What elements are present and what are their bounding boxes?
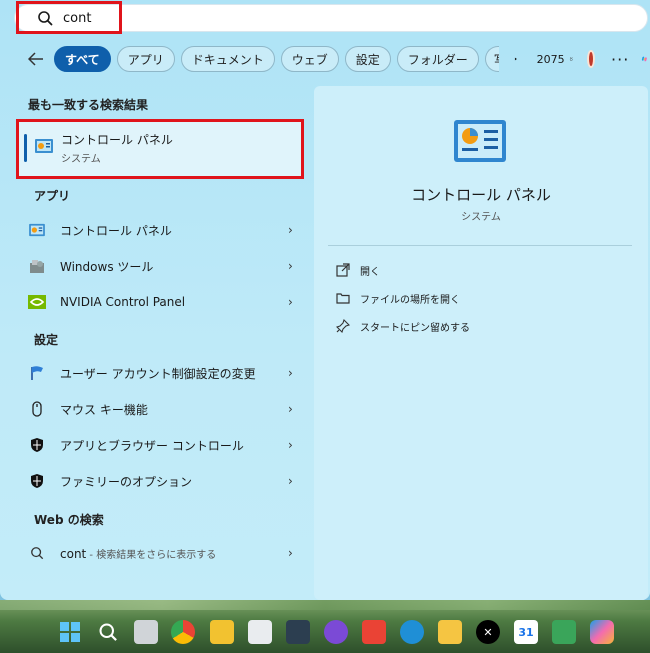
selection-accent	[24, 134, 27, 162]
filter-all[interactable]: すべて	[54, 46, 111, 72]
filter-documents[interactable]: ドキュメント	[180, 46, 275, 72]
chevron-right-icon[interactable]: ›	[288, 259, 298, 273]
settings-app-icon[interactable]	[286, 620, 310, 644]
chevron-right-icon[interactable]: ›	[288, 402, 298, 416]
avatar[interactable]	[587, 50, 596, 68]
search-input[interactable]	[63, 10, 463, 26]
app-icon-purple[interactable]	[324, 620, 348, 644]
open-external-icon	[336, 263, 350, 277]
web-search-heading: Web の検索	[34, 513, 104, 527]
edge-icon[interactable]	[400, 620, 424, 644]
chevron-right-icon[interactable]: ›	[288, 546, 298, 560]
search-icon	[38, 11, 53, 26]
setting-result-label: アプリとブラウザー コントロール	[60, 438, 244, 453]
more-options-icon[interactable]: ···	[611, 50, 629, 69]
web-search-label: cont - 検索結果をさらに表示する	[60, 546, 288, 561]
app-result-label: Windows ツール	[60, 259, 154, 274]
copilot-icon[interactable]	[641, 47, 648, 71]
calendar-icon[interactable]: 31	[514, 620, 538, 644]
preview-title: コントロール パネル	[411, 186, 551, 204]
app-result-nvidia[interactable]: NVIDIA Control Panel ›	[28, 287, 298, 317]
action-file-location-label: ファイルの場所を開く	[360, 294, 460, 306]
chevron-right-icon[interactable]: ›	[288, 474, 298, 488]
app-result-windows-tools[interactable]: Windows ツール ›	[28, 251, 298, 281]
gmail-icon[interactable]	[362, 620, 386, 644]
chevron-right-icon[interactable]: ›	[288, 366, 298, 380]
divider	[328, 245, 632, 246]
app-result-label: NVIDIA Control Panel	[60, 295, 186, 309]
shield-icon	[28, 472, 46, 490]
action-pin-to-start[interactable]: スタートにピン留めする	[336, 316, 470, 336]
copilot-taskbar-icon[interactable]	[590, 620, 614, 644]
web-search-query: cont	[60, 546, 87, 561]
best-match-item[interactable]: コントロール パネル システム	[16, 120, 303, 178]
setting-result-app-browser-control[interactable]: アプリとブラウザー コントロール ›	[28, 430, 298, 460]
back-arrow-icon[interactable]	[28, 47, 44, 71]
preview-subtitle: システム	[461, 212, 501, 223]
taskbar: ✕ 31	[0, 600, 650, 653]
filter-bar: すべて アプリ ドキュメント ウェブ 設定 フォルダー 写 2075 ···	[28, 44, 648, 74]
settings-heading: 設定	[34, 333, 59, 347]
preview-pane: コントロール パネル システム 開く ファイルの場所を開く スタートにピン留めす…	[314, 86, 648, 600]
search-icon	[28, 544, 46, 562]
best-match-title: コントロール パネル	[61, 133, 173, 147]
control-panel-large-icon	[454, 120, 506, 162]
setting-result-family-options[interactable]: ファミリーのオプション ›	[28, 466, 298, 496]
wallpaper-strip	[0, 600, 650, 610]
nvidia-icon	[28, 293, 46, 311]
app-result-label: コントロール パネル	[60, 223, 172, 238]
snipping-tool-icon[interactable]	[248, 620, 272, 644]
windows-tools-icon	[28, 257, 46, 275]
start-search-panel: すべて アプリ ドキュメント ウェブ 設定 フォルダー 写 2075 ··· 最…	[0, 0, 650, 600]
start-icon[interactable]	[58, 620, 82, 644]
best-match-heading: 最も一致する検索結果	[28, 98, 149, 112]
web-search-result[interactable]: cont - 検索結果をさらに表示する ›	[28, 538, 298, 568]
chrome-icon[interactable]	[171, 620, 195, 644]
web-search-suffix: - 検索結果をさらに表示する	[86, 549, 217, 561]
play-icon[interactable]	[513, 49, 519, 69]
x-icon[interactable]: ✕	[476, 620, 500, 644]
app-icon-green[interactable]	[552, 620, 576, 644]
setting-result-label: ユーザー アカウント制御設定の変更	[60, 366, 256, 381]
setting-result-label: マウス キー機能	[60, 402, 148, 417]
action-open-label: 開く	[360, 266, 380, 278]
keep-icon[interactable]	[438, 620, 462, 644]
chevron-right-icon[interactable]: ›	[288, 223, 298, 237]
filter-apps[interactable]: アプリ	[116, 46, 175, 72]
filter-photos[interactable]: 写	[484, 46, 500, 72]
best-match-subtitle: システム	[61, 154, 101, 165]
pin-icon	[336, 319, 350, 333]
filter-settings[interactable]: 設定	[344, 46, 391, 72]
rewards-points: 2075	[536, 52, 565, 66]
filter-folders[interactable]: フォルダー	[396, 46, 479, 72]
action-open-file-location[interactable]: ファイルの場所を開く	[336, 288, 460, 308]
filter-web[interactable]: ウェブ	[280, 46, 339, 72]
setting-result-mouse-keys[interactable]: マウス キー機能 ›	[28, 394, 298, 424]
flag-icon	[28, 364, 46, 382]
medal-icon[interactable]	[569, 51, 573, 67]
taskbar-search-icon[interactable]	[96, 620, 120, 644]
setting-result-label: ファミリーのオプション	[60, 474, 193, 489]
action-pin-label: スタートにピン留めする	[360, 322, 470, 334]
file-explorer-icon[interactable]	[210, 620, 234, 644]
folder-icon	[336, 293, 350, 304]
task-view-icon[interactable]	[134, 620, 158, 644]
mouse-icon	[28, 400, 46, 418]
shield-icon	[28, 436, 46, 454]
action-open[interactable]: 開く	[336, 260, 380, 280]
setting-result-uac[interactable]: ユーザー アカウント制御設定の変更 ›	[28, 358, 298, 388]
chevron-right-icon[interactable]: ›	[288, 295, 298, 309]
control-panel-icon	[28, 221, 46, 239]
control-panel-icon	[35, 139, 53, 153]
app-result-control-panel[interactable]: コントロール パネル ›	[28, 215, 298, 245]
apps-heading: アプリ	[34, 189, 71, 203]
search-bar[interactable]	[14, 4, 648, 32]
chevron-right-icon[interactable]: ›	[288, 438, 298, 452]
